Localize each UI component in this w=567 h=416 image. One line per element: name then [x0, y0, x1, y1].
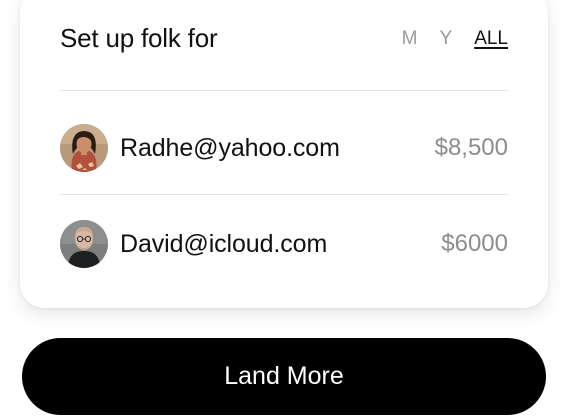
period-tabs: M Y ALL — [380, 27, 508, 51]
tab-year[interactable]: Y — [440, 27, 453, 51]
user-row[interactable]: Radhe@yahoo.com $8,500 — [60, 123, 508, 173]
tab-all[interactable]: ALL — [474, 27, 508, 51]
user-row[interactable]: David@icloud.com $6000 — [60, 219, 508, 269]
user-amount: $8,500 — [434, 134, 508, 161]
card-header: Set up folk for M Y ALL — [60, 21, 508, 57]
avatar — [60, 124, 108, 172]
card-title: Set up folk for — [60, 23, 218, 53]
woman-avatar-icon — [60, 124, 108, 172]
man-avatar-icon — [60, 220, 108, 268]
user-amount: $6000 — [441, 230, 508, 257]
tab-month[interactable]: M — [402, 27, 418, 51]
user-email: Radhe@yahoo.com — [120, 134, 340, 162]
divider — [60, 194, 508, 195]
users-card: Set up folk for M Y ALL Radhe@yahoo.com … — [20, 0, 548, 308]
avatar — [60, 220, 108, 268]
divider — [60, 90, 508, 91]
land-more-button[interactable]: Land More — [22, 338, 546, 415]
user-email: David@icloud.com — [120, 230, 328, 258]
